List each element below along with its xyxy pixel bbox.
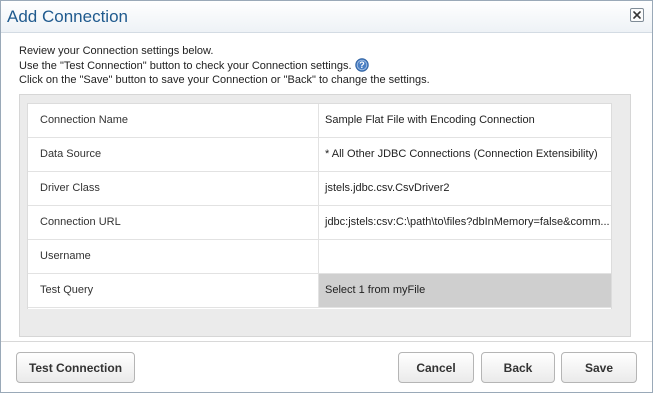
back-button[interactable]: Back xyxy=(481,352,555,383)
settings-value: jdbc:jstels:csv:C:\path\to\files?dbInMem… xyxy=(325,216,610,228)
settings-label: Driver Class xyxy=(40,182,100,194)
instruction-line-2-text: Use the "Test Connection" button to chec… xyxy=(19,60,352,72)
instruction-line-2: Use the "Test Connection" button to chec… xyxy=(19,58,430,73)
settings-row-data-source[interactable]: Data Source * All Other JDBC Connections… xyxy=(28,138,611,172)
add-connection-dialog: Add Connection Review your Connection se… xyxy=(0,0,653,393)
dialog-title: Add Connection xyxy=(7,7,128,26)
settings-label: Username xyxy=(40,250,91,262)
dialog-footer: Test Connection Cancel Back Save xyxy=(1,341,652,392)
settings-value-selected: Select 1 from myFile xyxy=(319,274,611,307)
settings-row-connection-url[interactable]: Connection URL jdbc:jstels:csv:C:\path\t… xyxy=(28,206,611,240)
instructions: Review your Connection settings below. U… xyxy=(19,44,430,87)
close-icon xyxy=(633,11,641,19)
instruction-line-3: Click on the "Save" button to save your … xyxy=(19,74,430,86)
question-circle-icon[interactable]: ? xyxy=(354,58,369,72)
settings-value: jstels.jdbc.csv.CsvDriver2 xyxy=(325,182,450,194)
save-button[interactable]: Save xyxy=(561,352,637,383)
settings-label: Connection URL xyxy=(40,216,121,228)
settings-grid: Connection Name Sample Flat File with En… xyxy=(27,103,612,309)
settings-row-username[interactable]: Username xyxy=(28,240,611,274)
settings-row-connection-name[interactable]: Connection Name Sample Flat File with En… xyxy=(28,104,611,138)
settings-row-driver-class[interactable]: Driver Class jstels.jdbc.csv.CsvDriver2 xyxy=(28,172,611,206)
instruction-line-1: Review your Connection settings below. xyxy=(19,45,214,57)
test-connection-button[interactable]: Test Connection xyxy=(16,352,135,383)
settings-value xyxy=(319,240,611,273)
settings-label: Test Query xyxy=(40,284,94,296)
settings-value: Sample Flat File with Encoding Connectio… xyxy=(325,114,535,126)
settings-label: Connection Name xyxy=(40,114,129,126)
dialog-titlebar: Add Connection xyxy=(1,1,652,33)
close-button[interactable] xyxy=(630,8,644,22)
settings-panel: Connection Name Sample Flat File with En… xyxy=(19,94,631,337)
settings-row-test-query[interactable]: Test Query Select 1 from myFile xyxy=(28,274,611,308)
cancel-button[interactable]: Cancel xyxy=(398,352,474,383)
svg-text:?: ? xyxy=(359,60,365,70)
settings-label: Data Source xyxy=(40,148,102,160)
settings-value: * All Other JDBC Connections (Connection… xyxy=(325,148,598,160)
